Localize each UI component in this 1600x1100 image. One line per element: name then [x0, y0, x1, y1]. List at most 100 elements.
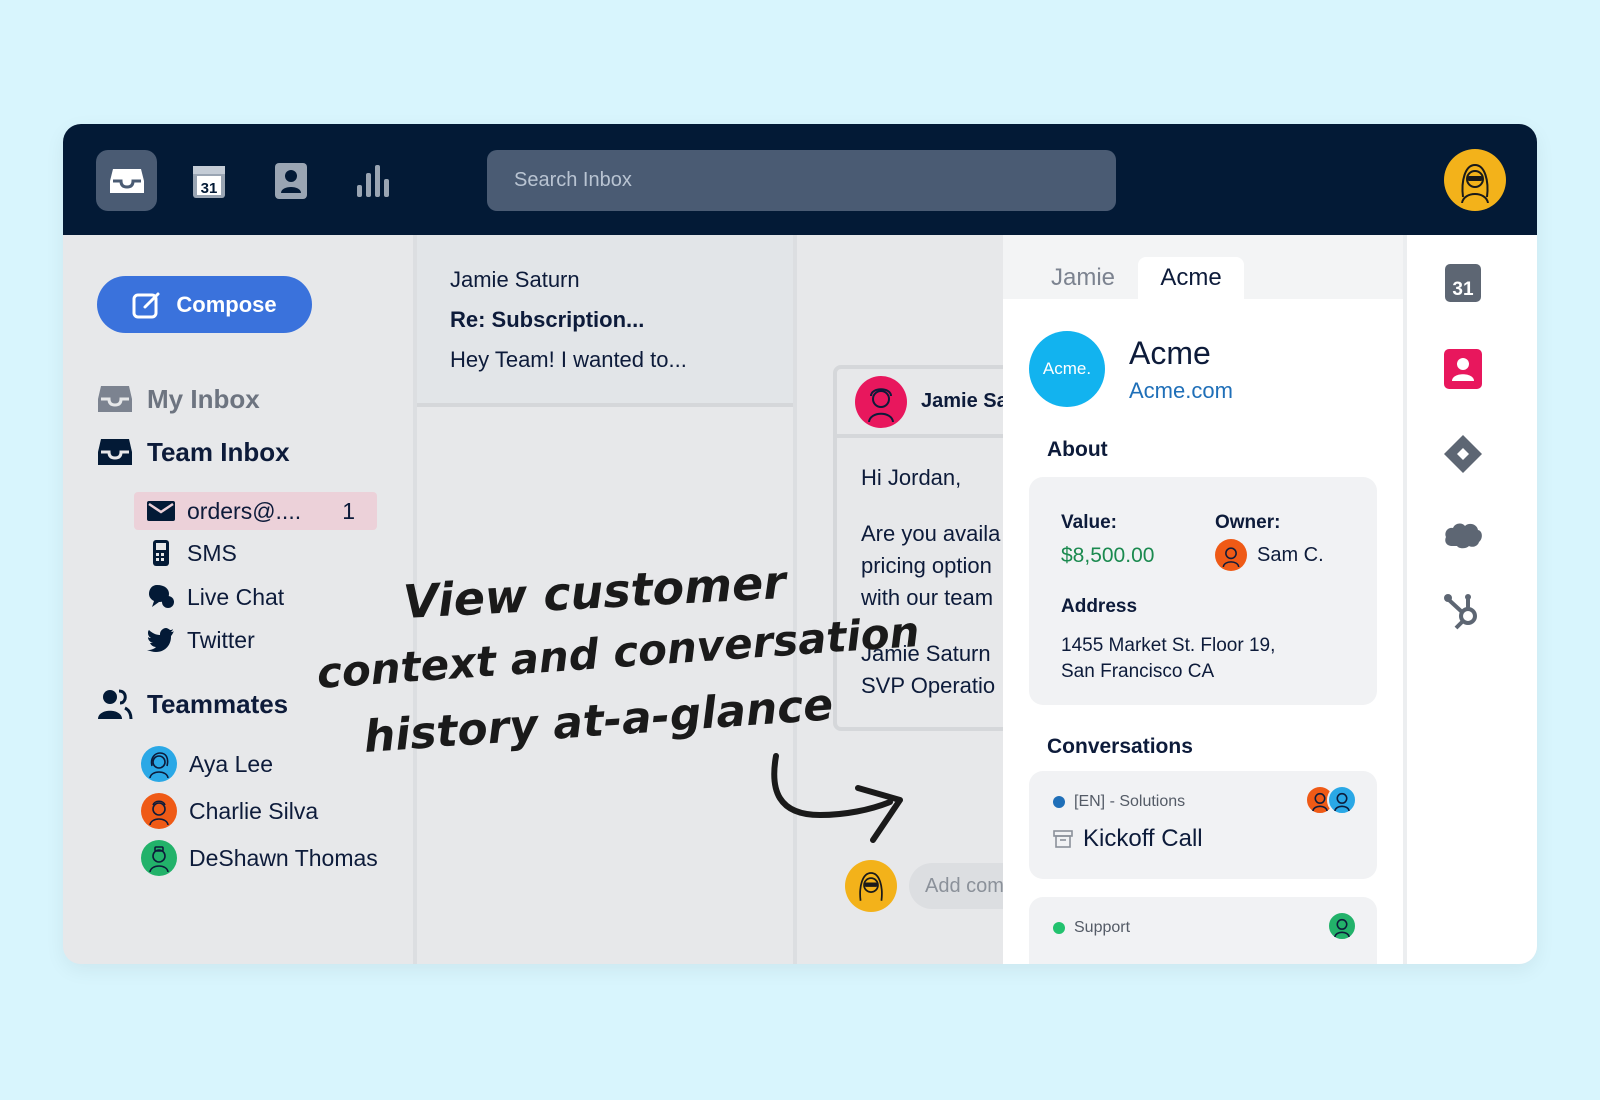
salesforce-cloud-icon [1445, 523, 1482, 549]
user-avatar-icon [859, 872, 883, 901]
contacts-nav-button[interactable] [260, 150, 321, 211]
unread-count-badge: 1 [342, 497, 355, 524]
conversation-view: Jamie Sa Hi Jordan, Are you availa prici… [793, 235, 1003, 964]
company-logo: Acme. [1029, 331, 1105, 407]
calendar-icon: 31 [1445, 264, 1481, 302]
status-dot [1053, 922, 1065, 934]
team-inbox-label: Team Inbox [147, 436, 290, 467]
owner-field[interactable]: Sam C. [1215, 539, 1324, 571]
email-signature-name: Jamie Saturn [861, 641, 991, 666]
person-avatar-icon [149, 752, 169, 778]
conversation-tag-label: [EN] - Solutions [1074, 793, 1186, 810]
jira-diamond-icon [1444, 435, 1482, 473]
conversation-item[interactable]: Support [1029, 897, 1377, 964]
calendar-nav-button[interactable]: 31 [178, 150, 239, 211]
contact-app-button[interactable] [1443, 349, 1483, 389]
app-window: 31 Search Inbox Compose My Inbox Team In… [63, 124, 1537, 964]
bar-chart-icon [356, 164, 389, 197]
team-inbox-item[interactable]: Team Inbox [97, 436, 290, 468]
message-list-item[interactable]: Jamie Saturn Re: Subscription... Hey Tea… [417, 235, 797, 407]
company-url-link[interactable]: Acme.com [1129, 378, 1233, 404]
avatar [845, 860, 897, 912]
inbox-tray-icon [98, 386, 132, 412]
channel-orders[interactable]: orders@.... 1 [134, 492, 377, 530]
conversation-tag: Support [1053, 919, 1130, 937]
integrations-rail: 31 [1403, 235, 1537, 964]
channel-label: orders@.... [187, 497, 302, 524]
chat-bubble-icon [149, 585, 174, 608]
email-line: with our team [861, 585, 994, 610]
person-avatar-icon [1334, 918, 1350, 937]
channel-sms[interactable]: SMS [134, 534, 377, 572]
tab-acme[interactable]: Acme [1138, 257, 1244, 299]
avatar [141, 746, 177, 782]
owner-label: Owner: [1215, 512, 1281, 533]
people-icon [98, 689, 133, 720]
person-avatar-icon [868, 387, 894, 422]
inbox-nav-button[interactable] [96, 150, 157, 211]
address-line: 1455 Market St. Floor 19, [1061, 635, 1276, 656]
channel-twitter[interactable]: Twitter [134, 621, 377, 659]
person-avatar-icon [149, 800, 169, 825]
teammate-name: DeShawn Thomas [189, 844, 378, 871]
teammate-name: Charlie Silva [189, 797, 319, 824]
conversations-heading: Conversations [1047, 735, 1193, 758]
channel-label: Live Chat [187, 583, 285, 610]
my-inbox-item[interactable]: My Inbox [97, 383, 260, 415]
add-comment-input[interactable]: Add comm [909, 863, 1003, 909]
envelope-icon [147, 501, 175, 521]
top-nav-bar: 31 [63, 124, 1537, 235]
email-message-card: Jamie Sa Hi Jordan, Are you availa prici… [833, 365, 1003, 731]
email-sender-name: Jamie Sa [921, 390, 1003, 412]
email-signature-title: SVP Operatio [861, 673, 996, 698]
email-line: pricing option [861, 553, 992, 578]
avatar [855, 375, 907, 428]
address-label: Address [1061, 596, 1138, 617]
user-avatar-icon [1461, 163, 1489, 203]
search-input[interactable] [487, 150, 1116, 211]
hubspot-app-button[interactable] [1443, 591, 1483, 631]
teammate-name: Aya Lee [189, 750, 273, 777]
deal-value: $8,500.00 [1061, 544, 1155, 567]
context-tabs: Jamie Acme [1003, 235, 1403, 299]
teammate-aya-lee[interactable]: Aya Lee [141, 746, 273, 782]
salesforce-app-button[interactable] [1443, 514, 1483, 554]
message-preview: Hey Team! I wanted to... [450, 347, 687, 372]
email-greeting: Hi Jordan, [861, 465, 962, 490]
about-heading: About [1047, 438, 1108, 461]
message-sender: Jamie Saturn [450, 267, 580, 292]
conversation-item[interactable]: [EN] - Solutions Kickoff Call [1029, 771, 1377, 879]
inbox-tray-icon [98, 439, 132, 465]
channel-live-chat[interactable]: Live Chat [134, 578, 377, 616]
current-user-avatar[interactable] [1444, 149, 1506, 211]
channel-label: Twitter [187, 626, 255, 653]
avatar [1215, 539, 1247, 571]
compose-icon [132, 292, 160, 318]
person-avatar-icon [1222, 547, 1240, 567]
email-header: Jamie Sa [837, 369, 1003, 438]
avatar [1327, 911, 1357, 941]
teammates-label: Teammates [147, 688, 289, 719]
jira-app-button[interactable] [1443, 434, 1483, 474]
context-panel: Jamie Acme Acme. Acme Acme.com About Val… [1003, 235, 1403, 964]
email-line: Are you availa [861, 521, 1001, 546]
tab-jamie[interactable]: Jamie [1043, 257, 1123, 299]
teammates-header[interactable]: Teammates [97, 688, 288, 720]
teammate-charlie-silva[interactable]: Charlie Silva [141, 793, 318, 829]
analytics-nav-button[interactable] [342, 150, 403, 211]
compose-button[interactable]: Compose [97, 276, 312, 333]
value-label: Value: [1061, 512, 1117, 533]
calendar-app-button[interactable]: 31 [1443, 263, 1483, 303]
conversation-tag-label: Support [1074, 919, 1131, 936]
person-avatar-icon [149, 846, 169, 872]
message-subject: Re: Subscription... [450, 307, 645, 332]
conversation-tag: [EN] - Solutions [1053, 793, 1185, 811]
owner-name: Sam C. [1257, 543, 1324, 566]
email-body: Hi Jordan, Are you availa pricing option… [837, 438, 1003, 702]
contact-card-icon [1444, 349, 1482, 389]
archive-icon [1053, 830, 1073, 848]
phone-icon [153, 540, 169, 566]
teammate-deshawn-thomas[interactable]: DeShawn Thomas [141, 840, 378, 876]
about-card: Value: $8,500.00 Owner: Sam C. Address 1… [1029, 477, 1377, 705]
avatar [141, 840, 177, 876]
